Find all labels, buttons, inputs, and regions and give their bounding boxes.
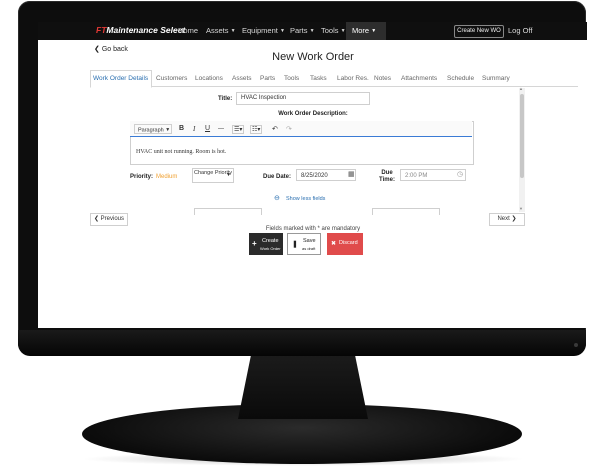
plus-icon: + bbox=[252, 239, 257, 248]
chevron-left-icon: ❮ bbox=[93, 216, 99, 222]
close-icon: ✖ bbox=[331, 241, 337, 247]
clock-icon[interactable]: ◷ bbox=[457, 170, 463, 178]
bookmark-icon: ❚ bbox=[292, 241, 298, 248]
page-title: New Work Order bbox=[272, 51, 354, 63]
redo-icon[interactable]: ↷ bbox=[286, 125, 292, 133]
form-scrollbar-thumb[interactable] bbox=[520, 94, 524, 178]
paragraph-format-select[interactable]: Paragraph ▼ bbox=[134, 124, 172, 134]
title-input[interactable]: HVAC Inspection bbox=[236, 92, 370, 105]
go-back-link[interactable]: ❮ Go back bbox=[94, 45, 128, 53]
due-date-label: Due Date: bbox=[263, 174, 292, 180]
tab-labor-res[interactable]: Labor Res. bbox=[337, 75, 369, 82]
nav-tools-label: Tools bbox=[321, 26, 339, 35]
priority-label: Priority: bbox=[130, 174, 154, 180]
nav-home[interactable]: Home bbox=[178, 26, 198, 35]
due-time-label: Due Time: bbox=[379, 170, 395, 183]
bullet-list-icon[interactable]: ☰▾ bbox=[232, 125, 245, 134]
nav-home-label: Home bbox=[178, 26, 199, 35]
caret-down-icon: ▼ bbox=[309, 28, 315, 35]
tab-parts[interactable]: Parts bbox=[260, 75, 275, 82]
create-label: Create bbox=[262, 238, 279, 244]
tab-tasks[interactable]: Tasks bbox=[310, 75, 327, 82]
nav-equipment-label: Equipment bbox=[242, 26, 278, 35]
tab-summary[interactable]: Summary bbox=[482, 75, 510, 82]
discard-label: Discard bbox=[339, 240, 358, 246]
tab-locations[interactable]: Locations bbox=[195, 75, 223, 82]
calendar-icon[interactable]: ▦ bbox=[348, 170, 355, 178]
show-less-fields-link[interactable]: Show less fields bbox=[286, 196, 325, 202]
priority-value: Medium bbox=[156, 174, 178, 180]
previous-button[interactable]: ❮ Previous bbox=[90, 213, 128, 226]
title-label: Title: bbox=[218, 96, 233, 102]
collapse-icon[interactable]: ⊖ bbox=[274, 194, 280, 202]
bold-button[interactable]: B bbox=[179, 125, 184, 132]
discard-button[interactable]: ✖ Discard bbox=[327, 233, 363, 255]
logoff-link[interactable]: Log Off bbox=[508, 26, 532, 35]
tab-notes[interactable]: Notes bbox=[374, 75, 391, 82]
hidden-field-input[interactable] bbox=[194, 208, 262, 215]
nav-tools[interactable]: Tools ▼ bbox=[321, 26, 346, 35]
next-button[interactable]: Next ❯ bbox=[489, 213, 525, 226]
due-date-input[interactable]: 8/25/2020 bbox=[296, 169, 356, 181]
create-sublabel: Work Order bbox=[260, 246, 281, 251]
next-label: Next bbox=[497, 216, 510, 222]
mandatory-note: Fields marked with * are mandatory bbox=[265, 226, 361, 232]
power-led bbox=[574, 343, 578, 347]
scroll-down-icon[interactable]: ▼ bbox=[519, 206, 523, 211]
scroll-up-icon[interactable]: ▲ bbox=[519, 86, 523, 91]
caret-down-icon: ▼ bbox=[279, 28, 285, 35]
tab-schedule[interactable]: Schedule bbox=[447, 75, 474, 82]
logo-mark: FT bbox=[96, 25, 107, 35]
nav-assets[interactable]: Assets ▼ bbox=[206, 26, 236, 35]
italic-button[interactable]: I bbox=[193, 125, 195, 133]
tab-attachments[interactable]: Attachments bbox=[401, 75, 437, 82]
save-label: Save bbox=[303, 238, 316, 244]
underline-button[interactable]: U bbox=[205, 125, 210, 132]
caret-down-icon: ▼ bbox=[340, 28, 346, 35]
tab-assets[interactable]: Assets bbox=[232, 75, 252, 82]
chevron-right-icon: ❯ bbox=[511, 216, 517, 222]
caret-down-icon: ▼ bbox=[371, 28, 377, 35]
app-logo[interactable]: FTMaintenance Select bbox=[96, 25, 185, 35]
nav-parts-label: Parts bbox=[290, 26, 308, 35]
nav-equipment[interactable]: Equipment ▼ bbox=[242, 26, 285, 35]
caret-down-icon: ▼ bbox=[230, 28, 236, 35]
monitor-stand-neck bbox=[238, 355, 368, 419]
logo-text: Maintenance Select bbox=[106, 25, 186, 35]
create-new-wo-button[interactable]: Create New WO bbox=[454, 25, 504, 38]
description-label: Work Order Description: bbox=[278, 111, 348, 117]
nav-assets-label: Assets bbox=[206, 26, 229, 35]
tab-tools[interactable]: Tools bbox=[284, 75, 299, 82]
save-sublabel: as draft bbox=[302, 246, 316, 251]
paragraph-format-label: Paragraph bbox=[138, 127, 164, 134]
chevron-left-icon: ❮ bbox=[94, 46, 100, 53]
undo-icon[interactable]: ↶ bbox=[272, 125, 278, 133]
strikethrough-icon[interactable]: — bbox=[218, 126, 224, 132]
screen: FTMaintenance Select Home Assets ▼ Equip… bbox=[38, 22, 587, 328]
caret-down-icon: ▼ bbox=[226, 172, 231, 178]
numbered-list-icon[interactable]: ☷▾ bbox=[250, 125, 263, 134]
tab-work-order-details[interactable]: Work Order Details bbox=[93, 75, 148, 82]
create-work-order-button[interactable]: + Create Work Order bbox=[249, 233, 283, 255]
description-text: HVAC unit not running. Room is hot. bbox=[136, 149, 227, 155]
hidden-field-input[interactable] bbox=[372, 208, 440, 215]
previous-label: Previous bbox=[100, 216, 125, 222]
save-draft-button[interactable]: ❚ Save as draft bbox=[287, 233, 321, 255]
caret-down-icon: ▼ bbox=[165, 127, 171, 133]
tab-customers[interactable]: Customers bbox=[156, 75, 187, 82]
go-back-label: Go back bbox=[101, 46, 128, 53]
nav-more[interactable]: More ▼ bbox=[352, 26, 376, 35]
monitor-chin bbox=[18, 330, 586, 356]
nav-more-label: More bbox=[352, 26, 370, 35]
nav-parts[interactable]: Parts ▼ bbox=[290, 26, 315, 35]
